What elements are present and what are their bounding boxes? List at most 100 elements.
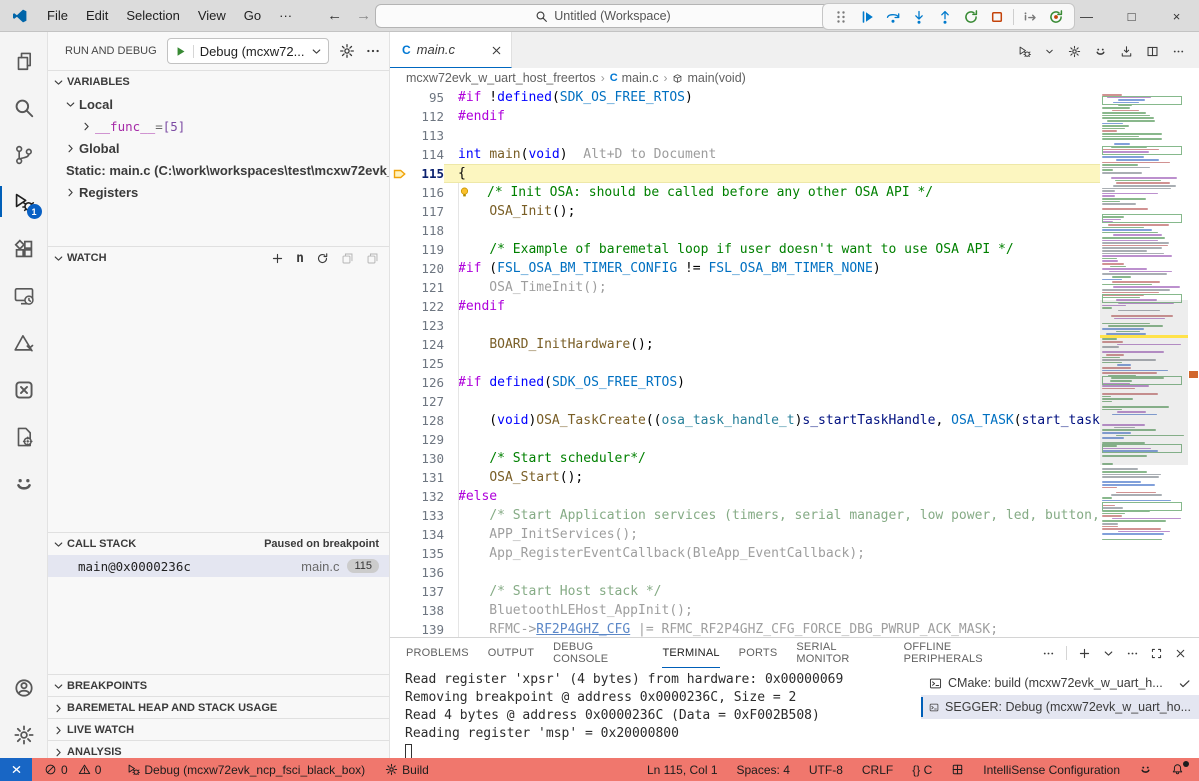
code-editor[interactable]: 95#if !defined(SDK_OS_FREE_RTOS)112#endi… — [390, 88, 1199, 637]
code-line-116[interactable]: 116/* Init OSA: should be called before … — [390, 183, 1100, 202]
panel-tab-serial-monitor[interactable]: SERIAL MONITOR — [796, 638, 884, 668]
disassembly-button[interactable] — [1017, 5, 1043, 28]
variables-scope-global[interactable]: Global — [48, 137, 389, 159]
status-cpp-status[interactable] — [948, 763, 967, 776]
more-editor-actions-button[interactable] — [1172, 42, 1185, 57]
code-line-124[interactable]: 124 BOARD_InitHardware(); — [390, 335, 1100, 354]
panel-tab-debug-console[interactable]: DEBUG CONSOLE — [553, 638, 643, 668]
menu-item-view[interactable]: View — [189, 4, 235, 27]
status-indentation[interactable]: Spaces: 4 — [734, 763, 793, 777]
panel-tab-terminal[interactable]: TERMINAL — [662, 638, 719, 668]
code-line-134[interactable]: 134 APP_InitServices(); — [390, 525, 1100, 544]
breadcrumb-item-1[interactable]: Cmain.c — [610, 71, 659, 85]
menu-item-[interactable]: ··· — [270, 4, 301, 27]
minimize-button[interactable]: — — [1064, 0, 1109, 32]
activity-manage[interactable] — [0, 711, 48, 758]
split-editor-button[interactable] — [1146, 42, 1159, 57]
code-line-120[interactable]: 120#if (FSL_OSA_BM_TIMER_CONFIG != FSL_O… — [390, 259, 1100, 278]
terminal-list-item[interactable]: CMake: build (mcxw72evk_w_uart_h... — [921, 671, 1199, 695]
code-line-130[interactable]: 130 /* Start scheduler*/ — [390, 449, 1100, 468]
step-into-button[interactable] — [906, 5, 932, 28]
refresh-button[interactable] — [316, 252, 329, 265]
maximize-panel-button[interactable] — [1150, 647, 1163, 660]
code-line-121[interactable]: 121 OSA_TimeInit(); — [390, 278, 1100, 297]
menu-item-file[interactable]: File — [38, 4, 77, 27]
section-header-3[interactable]: ANALYSIS — [48, 741, 389, 758]
status-language-mode[interactable]: {} C — [909, 763, 935, 777]
panel-more-actions-button[interactable] — [1126, 647, 1139, 660]
status-build-task[interactable]: Build — [382, 763, 432, 777]
section-header-1[interactable]: BAREMETAL HEAP AND STACK USAGE — [48, 697, 389, 718]
activity-project-configuration[interactable] — [0, 413, 48, 460]
breadcrumb[interactable]: mcxw72evk_w_uart_host_freertos›Cmain.c›m… — [390, 68, 1199, 88]
variables-scope-local[interactable]: Local — [48, 93, 389, 115]
lightbulb-icon[interactable] — [458, 183, 487, 202]
section-header-2[interactable]: LIVE WATCH — [48, 719, 389, 740]
nav-forward-button[interactable]: → — [356, 7, 371, 24]
activity-explorer[interactable] — [0, 37, 48, 84]
activity-test-tool[interactable] — [0, 319, 48, 366]
activity-remote-explorer[interactable] — [0, 272, 48, 319]
activity-run-and-debug[interactable]: 1 — [0, 178, 48, 225]
code-line-117[interactable]: 117 OSA_Init(); — [390, 202, 1100, 221]
run-or-debug-button[interactable] — [1018, 42, 1031, 57]
close-button[interactable]: × — [1154, 0, 1199, 32]
debug-settings-gear-button[interactable] — [339, 43, 355, 59]
run-dropdown-button[interactable] — [1044, 43, 1055, 58]
terminal-list-item[interactable]: SEGGER: Debug (mcxw72evk_w_uart_ho... — [921, 695, 1199, 719]
step-over-button[interactable] — [880, 5, 906, 28]
close-panel-button[interactable] — [1174, 647, 1187, 660]
panel-tab-overflow-button[interactable] — [1042, 647, 1055, 660]
remote-indicator[interactable] — [0, 758, 32, 781]
activity-x-tool[interactable] — [0, 366, 48, 413]
code-line-112[interactable]: 112#endif — [390, 107, 1100, 126]
variables-header[interactable]: VARIABLES — [48, 71, 389, 93]
activity-search[interactable] — [0, 84, 48, 131]
code-line-125[interactable]: 125 — [390, 354, 1100, 373]
step-out-button[interactable] — [932, 5, 958, 28]
code-line-132[interactable]: 132#else — [390, 487, 1100, 506]
panel-tab-problems[interactable]: PROBLEMS — [406, 638, 469, 668]
breadcrumb-item-0[interactable]: mcxw72evk_w_uart_host_freertos — [406, 71, 596, 85]
status-notifications[interactable] — [1168, 763, 1187, 776]
code-line-123[interactable]: 123 — [390, 316, 1100, 335]
maximize-button[interactable]: □ — [1109, 0, 1154, 32]
code-line-137[interactable]: 137 /* Start Host stack */ — [390, 582, 1100, 601]
natural-format-button[interactable]: n — [296, 251, 304, 266]
panel-tab-offline-peripherals[interactable]: OFFLINE PERIPHERALS — [904, 638, 1023, 668]
debug-config-dropdown[interactable]: Debug (mcxw72... — [167, 38, 329, 64]
call-stack-frame[interactable]: main@0x0000236c main.c 115 — [48, 555, 389, 577]
terminal-dropdown-button[interactable] — [1102, 647, 1115, 660]
add-expression-button[interactable] — [271, 252, 284, 265]
watch-header[interactable]: WATCH n — [48, 247, 389, 269]
status-eol[interactable]: CRLF — [859, 763, 896, 777]
code-line-139[interactable]: 139 RFMC->RF2P4GHZ_CFG |= RFMC_RF2P4GHZ_… — [390, 620, 1100, 637]
status-problems[interactable]: 00 — [41, 763, 110, 777]
activity-accounts[interactable] — [0, 664, 48, 711]
activity-source-control[interactable] — [0, 131, 48, 178]
variable-row[interactable]: __func__ = [5] — [48, 115, 389, 137]
variables-scope-static[interactable]: Static: main.c (C:\work\workspaces\test\… — [48, 159, 389, 181]
status-encoding[interactable]: UTF-8 — [806, 763, 846, 777]
panel-tab-output[interactable]: OUTPUT — [488, 638, 534, 668]
status-debug-configuration[interactable]: Debug (mcxw72evk_ncp_fsci_black_box) — [124, 763, 368, 777]
tab-close-button[interactable] — [490, 42, 503, 57]
activity-mcuxpresso[interactable] — [0, 460, 48, 507]
status-intellisense-configuration[interactable]: IntelliSense Configuration — [980, 763, 1123, 777]
drag-grip-button[interactable] — [828, 5, 854, 28]
debug-more-actions-button[interactable] — [365, 43, 381, 59]
code-line-138[interactable]: 138 BluetoothLEHost_AppInit(); — [390, 601, 1100, 620]
continue-button[interactable] — [854, 5, 880, 28]
activity-extensions[interactable] — [0, 225, 48, 272]
terminal-output[interactable]: Read register 'xpsr' (4 bytes) from hard… — [390, 668, 921, 758]
menu-item-go[interactable]: Go — [235, 4, 270, 27]
new-terminal-button[interactable] — [1078, 647, 1091, 660]
start-debug-button[interactable] — [168, 45, 194, 58]
code-line-129[interactable]: 129 — [390, 430, 1100, 449]
code-line-95[interactable]: 95#if !defined(SDK_OS_FREE_RTOS) — [390, 88, 1100, 107]
code-line-127[interactable]: 127 — [390, 392, 1100, 411]
code-line-136[interactable]: 136 — [390, 563, 1100, 582]
code-line-119[interactable]: 119 /* Example of baremetal loop if user… — [390, 240, 1100, 259]
minimap[interactable] — [1100, 88, 1188, 637]
command-center-search[interactable]: Untitled (Workspace) — [375, 4, 831, 28]
